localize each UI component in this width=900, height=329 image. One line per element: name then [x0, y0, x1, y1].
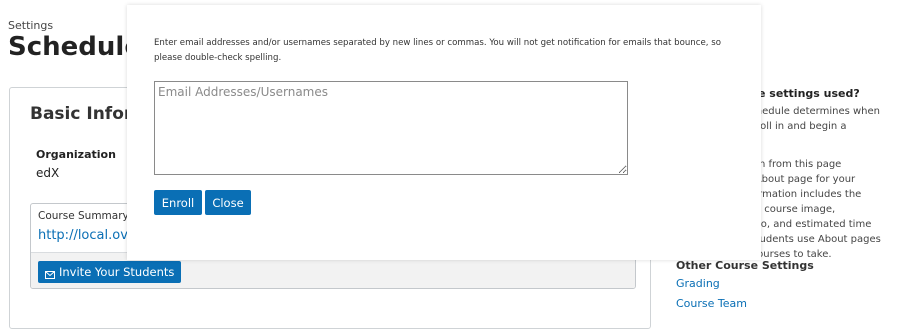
close-button[interactable]: Close — [205, 190, 251, 215]
invite-students-label: Invite Your Students — [59, 265, 175, 279]
enroll-button[interactable]: Enroll — [154, 190, 202, 215]
organization-label: Organization — [36, 148, 116, 161]
enroll-students-modal: Enter email addresses and/or usernames s… — [127, 5, 761, 260]
course-team-link[interactable]: Course Team — [676, 297, 747, 310]
modal-instructions: Enter email addresses and/or usernames s… — [154, 38, 721, 63]
invite-students-button[interactable]: Invite Your Students — [38, 261, 182, 283]
envelope-icon — [45, 268, 55, 279]
email-usernames-input[interactable] — [154, 81, 628, 175]
other-settings-title: Other Course Settings — [676, 259, 814, 272]
organization-value: edX — [36, 166, 60, 180]
breadcrumb-settings: Settings — [8, 19, 54, 32]
grading-link[interactable]: Grading — [676, 277, 720, 290]
